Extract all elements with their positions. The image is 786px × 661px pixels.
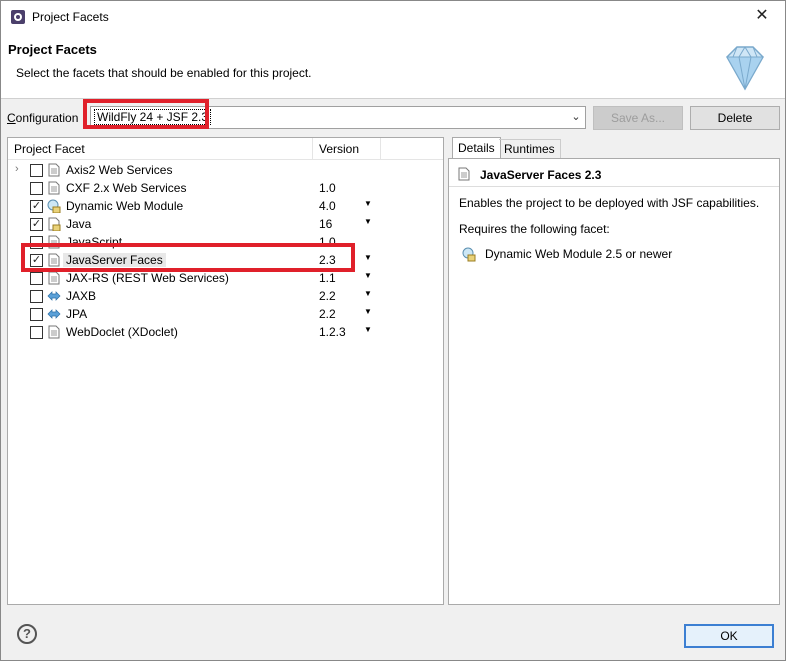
facet-row[interactable]: › Axis2 Web Services	[8, 161, 443, 179]
facet-table: Project Facet Version › Axis2 Web Service…	[7, 137, 444, 605]
window-title: Project Facets	[32, 10, 109, 24]
project-facets-dialog: Project Facets ✕ Project Facets Select t…	[0, 0, 786, 661]
facet-name: Axis2 Web Services	[66, 163, 173, 177]
help-icon[interactable]: ?	[17, 624, 37, 644]
eclipse-app-icon	[11, 10, 25, 24]
save-as-button[interactable]: Save As...	[593, 106, 683, 130]
banner-description: Select the facets that should be enabled…	[16, 66, 312, 80]
facet-row[interactable]: JPA 2.2 ▼	[8, 305, 443, 323]
java-lock-icon	[48, 217, 61, 231]
version-dropdown-icon[interactable]: ▼	[364, 217, 372, 226]
facet-checkbox[interactable]	[30, 164, 43, 177]
banner-title: Project Facets	[8, 42, 97, 57]
configuration-label: Configuration	[7, 111, 78, 125]
chevron-right-icon[interactable]: ›	[15, 163, 19, 175]
jsf-row-highlight-box	[21, 243, 355, 272]
facet-checkbox[interactable]: ✓	[30, 218, 43, 231]
facet-name: WebDoclet (XDoclet)	[66, 325, 178, 339]
facet-checkbox[interactable]	[30, 326, 43, 339]
column-header-version[interactable]: Version	[319, 142, 359, 156]
facet-name: JPA	[66, 307, 88, 321]
facet-version[interactable]: 2.2	[319, 289, 336, 303]
details-description: Enables the project to be deployed with …	[459, 196, 760, 210]
arrows-icon	[47, 309, 61, 319]
web-module-lock-icon	[47, 199, 61, 213]
chevron-down-icon[interactable]: ⌄	[567, 107, 585, 128]
facet-checkbox[interactable]	[30, 182, 43, 195]
facet-version[interactable]: 1.2.3	[319, 325, 346, 339]
required-facet: Dynamic Web Module 2.5 or newer	[485, 247, 673, 261]
facet-row[interactable]: ✓ Java 16 ▼	[8, 215, 443, 233]
page-icon	[458, 167, 470, 181]
facet-checkbox[interactable]	[30, 290, 43, 303]
web-module-icon	[462, 247, 476, 262]
facet-checkbox[interactable]	[30, 272, 43, 285]
version-dropdown-icon[interactable]: ▼	[364, 325, 372, 334]
close-button[interactable]: ✕	[739, 1, 785, 32]
version-dropdown-icon[interactable]: ▼	[364, 271, 372, 280]
facet-name: Dynamic Web Module	[66, 199, 184, 213]
facet-version[interactable]: 1.0	[319, 181, 336, 195]
page-icon	[48, 271, 60, 285]
column-divider	[312, 138, 313, 160]
details-header: JavaServer Faces 2.3	[449, 159, 779, 187]
facet-row[interactable]: JAXB 2.2 ▼	[8, 287, 443, 305]
details-title: JavaServer Faces 2.3	[480, 168, 602, 182]
facet-row[interactable]: CXF 2.x Web Services 1.0	[8, 179, 443, 197]
page-icon	[48, 181, 60, 195]
tab-runtimes[interactable]: Runtimes	[499, 139, 561, 159]
facet-checkbox[interactable]: ✓	[30, 200, 43, 213]
facet-version[interactable]: 1.1	[319, 271, 336, 285]
title-bar: Project Facets ✕	[1, 1, 785, 33]
facet-version[interactable]: 16	[319, 217, 332, 231]
dialog-banner: Project Facets Select the facets that sh…	[1, 33, 785, 99]
page-icon	[48, 163, 60, 177]
facet-checkbox[interactable]	[30, 308, 43, 321]
version-dropdown-icon[interactable]: ▼	[364, 253, 372, 262]
details-panel: JavaServer Faces 2.3 Enables the project…	[448, 158, 780, 605]
configuration-highlight-box	[83, 99, 209, 129]
facet-row[interactable]: ✓ Dynamic Web Module 4.0 ▼	[8, 197, 443, 215]
details-requires-label: Requires the following facet:	[459, 222, 610, 236]
version-dropdown-icon[interactable]: ▼	[364, 199, 372, 208]
configuration-mnemonic: C	[7, 111, 16, 125]
configuration-label-text: onfiguration	[15, 111, 79, 125]
delete-button[interactable]: Delete	[690, 106, 780, 130]
ok-button[interactable]: OK	[684, 624, 774, 648]
facet-name: JAXB	[66, 289, 97, 303]
page-icon	[48, 325, 60, 339]
version-dropdown-icon[interactable]: ▼	[364, 307, 372, 316]
facet-name: CXF 2.x Web Services	[66, 181, 187, 195]
arrows-icon	[47, 291, 61, 301]
facet-version[interactable]: 2.2	[319, 307, 336, 321]
facet-name: Java	[66, 217, 92, 231]
table-header: Project Facet Version	[8, 138, 443, 160]
diamond-icon	[726, 46, 764, 91]
tab-details[interactable]: Details	[452, 137, 501, 160]
facet-row[interactable]: WebDoclet (XDoclet) 1.2.3 ▼	[8, 323, 443, 341]
column-header-facet[interactable]: Project Facet	[14, 142, 85, 156]
column-divider	[380, 138, 381, 160]
facet-name: JAX-RS (REST Web Services)	[66, 271, 229, 285]
facet-version[interactable]: 4.0	[319, 199, 336, 213]
version-dropdown-icon[interactable]: ▼	[364, 289, 372, 298]
